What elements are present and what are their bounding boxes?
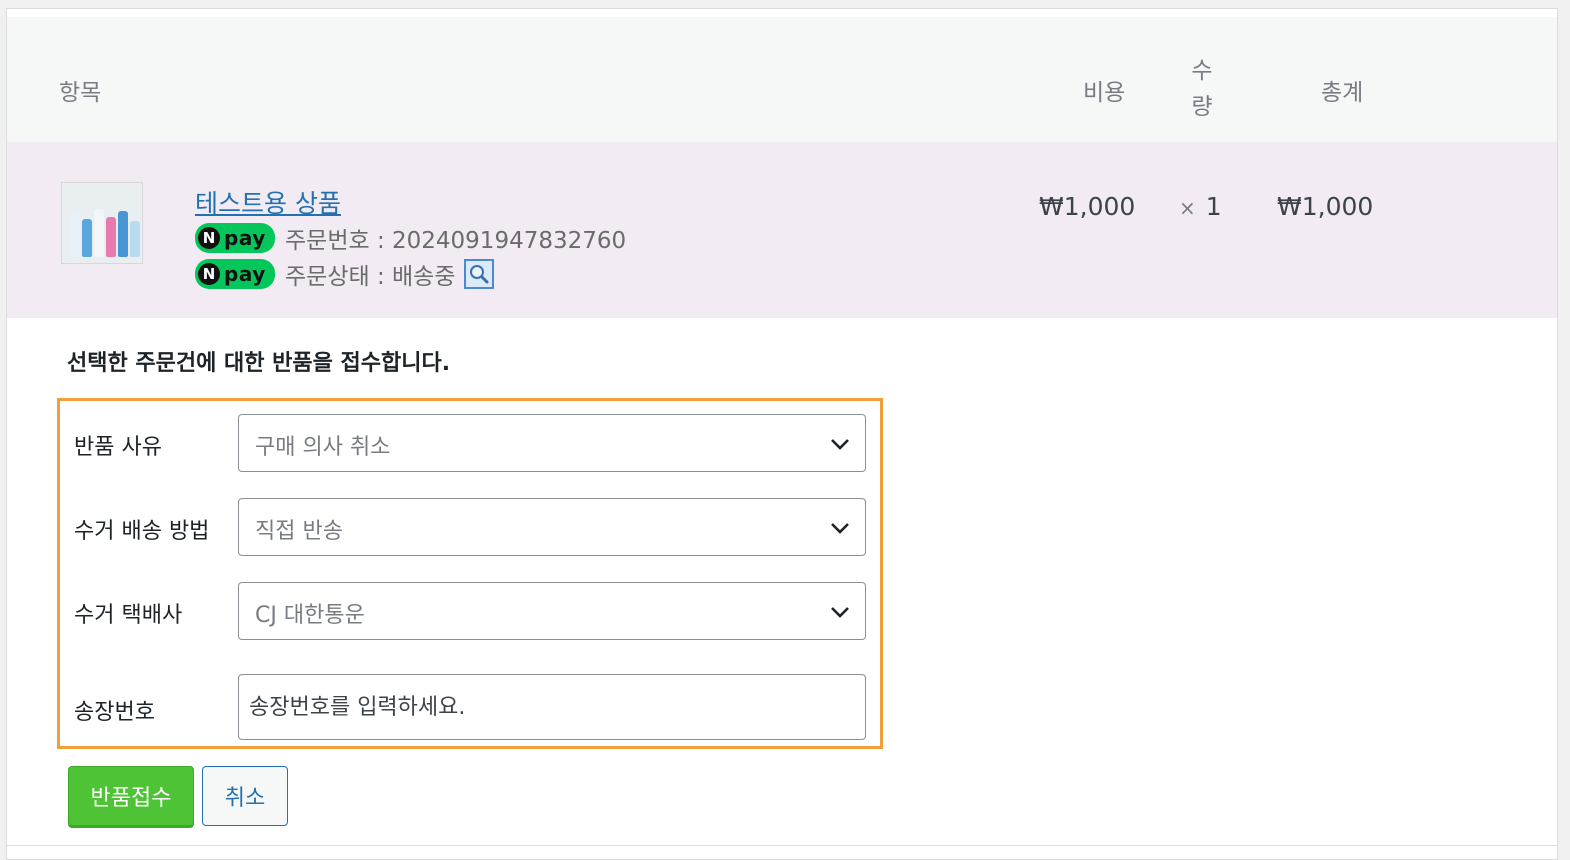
tracking-number-input[interactable] [238, 674, 866, 740]
item-quantity: × 1 [1179, 192, 1222, 221]
return-form: 반품 사유 구매 의사 취소 수거 배송 방법 직접 반송 수거 택배사 CJ … [57, 398, 883, 749]
npay-pay-text: pay [224, 226, 266, 250]
product-image-part [94, 209, 104, 257]
order-number-line: N pay 주문번호 : 2024091947832760 [195, 220, 626, 256]
courier-select[interactable]: CJ 대한통운 [238, 582, 866, 640]
header-quantity: 수량 [1187, 53, 1217, 125]
product-image-part [130, 221, 140, 257]
return-notice: 선택한 주문건에 대한 반품을 접수합니다. [67, 351, 451, 376]
npay-n-mark: N [198, 227, 220, 249]
pickup-method-label: 수거 배송 방법 [74, 519, 210, 544]
product-image-part [82, 219, 92, 257]
table-row: 테스트용 상품 N pay 주문번호 : 2024091947832760 N … [7, 142, 1557, 318]
chevron-down-icon [831, 607, 849, 618]
header-quantity-line2: 량 [1191, 94, 1213, 120]
courier-value: CJ 대한통운 [255, 603, 365, 628]
cancel-button[interactable]: 취소 [202, 766, 288, 826]
pickup-method-value: 직접 반송 [255, 519, 343, 544]
order-items-panel: 항목 비용 수량 총계 테스트용 상품 N pay 주문번호 : 2024091… [6, 8, 1558, 860]
product-link[interactable]: 테스트용 상품 [195, 184, 341, 220]
order-status: 주문상태 : 배송중 [285, 264, 456, 290]
divider [7, 845, 1557, 846]
item-cost: ₩1,000 [1039, 192, 1136, 221]
chevron-down-icon [831, 523, 849, 534]
order-status-line: N pay 주문상태 : 배송중 [195, 256, 494, 292]
order-number: 주문번호 : 2024091947832760 [285, 228, 627, 254]
quantity-value: 1 [1205, 192, 1222, 221]
header-item: 항목 [59, 80, 102, 106]
product-thumbnail [61, 182, 143, 264]
submit-return-button[interactable]: 반품접수 [68, 766, 194, 826]
return-reason-label: 반품 사유 [74, 435, 162, 460]
tracking-number-label: 송장번호 [74, 700, 155, 725]
times-sign: × [1179, 196, 1196, 220]
item-total: ₩1,000 [1277, 192, 1374, 221]
header-total: 총계 [1321, 80, 1364, 106]
chevron-down-icon [831, 439, 849, 450]
npay-n-mark: N [198, 263, 220, 285]
product-image-part [106, 217, 116, 257]
npay-logo-icon: N pay [195, 223, 275, 253]
search-icon[interactable] [463, 259, 494, 289]
pickup-method-select[interactable]: 직접 반송 [238, 498, 866, 556]
header-quantity-line1: 수 [1191, 58, 1213, 84]
npay-pay-text: pay [224, 262, 266, 286]
table-header: 항목 비용 수량 총계 [7, 17, 1557, 149]
product-image-part [70, 213, 80, 257]
return-reason-value: 구매 의사 취소 [255, 435, 391, 460]
npay-logo-icon: N pay [195, 259, 275, 289]
header-cost: 비용 [1083, 80, 1126, 106]
courier-label: 수거 택배사 [74, 603, 183, 628]
product-image-part [118, 211, 128, 257]
return-reason-select[interactable]: 구매 의사 취소 [238, 414, 866, 472]
